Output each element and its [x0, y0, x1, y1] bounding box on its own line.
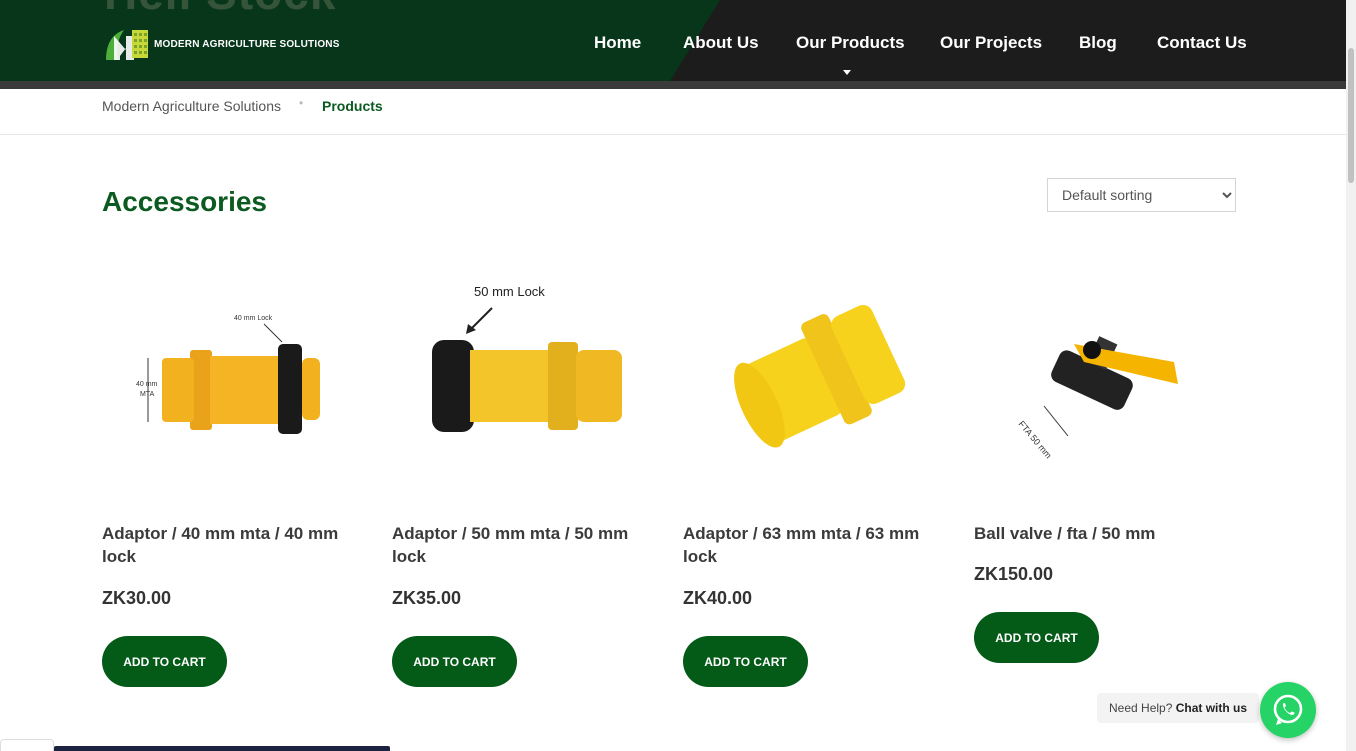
fta-label: FTA 50 mm	[1016, 419, 1053, 461]
product-name[interactable]: Adaptor / 40 mm mta / 40 mm lock	[102, 522, 364, 568]
breadcrumb: Modern Agriculture Solutions • Products	[0, 89, 1346, 135]
add-to-cart-button[interactable]: ADD TO CART	[102, 636, 227, 687]
scrollbar-thumb[interactable]	[1348, 48, 1354, 183]
nav-our-products[interactable]: Our Products	[796, 33, 905, 53]
product-image[interactable]: 40 mm MTA 40 mm Lock	[102, 258, 364, 498]
add-to-cart-button[interactable]: ADD TO CART	[392, 636, 517, 687]
product-card: Adaptor / 63 mm mta / 63 mm lock ZK40.00…	[683, 258, 945, 687]
add-to-cart-button[interactable]: ADD TO CART	[974, 612, 1099, 663]
add-to-cart-button[interactable]: ADD TO CART	[683, 636, 808, 687]
whatsapp-icon	[1273, 694, 1303, 725]
site-logo[interactable]: MODERN AGRICULTURE SOLUTIONS	[104, 26, 340, 62]
chat-cta: Chat with us	[1175, 701, 1248, 715]
nav-contact-us[interactable]: Contact Us	[1157, 33, 1247, 53]
product-name[interactable]: Adaptor / 63 mm mta / 63 mm lock	[683, 522, 945, 568]
bottom-left-widget[interactable]	[0, 739, 54, 751]
product-price: ZK35.00	[392, 588, 462, 608]
page-scrollbar[interactable]	[1346, 0, 1356, 751]
breadcrumb-current: Products	[322, 98, 383, 114]
product-price: ZK40.00	[683, 588, 753, 608]
nav-blog[interactable]: Blog	[1079, 33, 1117, 53]
product-name[interactable]: Ball valve / fta / 50 mm	[974, 522, 1236, 545]
sort-select[interactable]: Default sorting	[1047, 178, 1236, 212]
product-image[interactable]: 50 mm Lock	[392, 258, 654, 498]
product-price: ZK150.00	[974, 564, 1054, 584]
product-card: FTA 50 mm Ball valve / fta / 50 mm ZK150…	[974, 258, 1236, 663]
product-price: ZK30.00	[102, 588, 172, 608]
product-card: 50 mm Lock Adaptor / 50 mm mta / 50 mm l…	[392, 258, 654, 687]
mta-label-2: MTA	[140, 391, 155, 398]
nav-home[interactable]: Home	[594, 33, 641, 53]
site-header: Hell Stock MODERN AGRICULTURE SOLUTIONS …	[0, 0, 1346, 81]
bottom-bar[interactable]	[54, 746, 390, 751]
header-bottom-strip	[0, 81, 1346, 89]
nav-active-caret-icon	[843, 70, 851, 75]
logo-icon	[104, 26, 150, 62]
logo-text: MODERN AGRICULTURE SOLUTIONS	[154, 38, 340, 50]
lock-label: 40 mm Lock	[234, 315, 273, 322]
breadcrumb-home-link[interactable]: Modern Agriculture Solutions	[102, 98, 281, 114]
hero-text: Hell Stock	[104, 0, 336, 20]
whatsapp-chat-button[interactable]	[1260, 682, 1316, 738]
page-title: Accessories	[102, 186, 268, 217]
chat-prefix: Need Help?	[1109, 701, 1173, 715]
product-name[interactable]: Adaptor / 50 mm mta / 50 mm lock	[392, 522, 654, 568]
lock-label: 50 mm Lock	[474, 284, 545, 299]
product-image[interactable]	[683, 258, 945, 498]
product-image[interactable]: FTA 50 mm	[974, 258, 1236, 498]
nav-our-projects[interactable]: Our Projects	[940, 33, 1042, 53]
mta-label: 40 mm	[136, 381, 158, 388]
chat-bubble[interactable]: Need Help? Chat with us	[1097, 693, 1260, 723]
nav-about-us[interactable]: About Us	[683, 33, 759, 53]
breadcrumb-separator: •	[299, 96, 304, 110]
product-card: 40 mm MTA 40 mm Lock Adaptor / 40 mm mta…	[102, 258, 364, 687]
